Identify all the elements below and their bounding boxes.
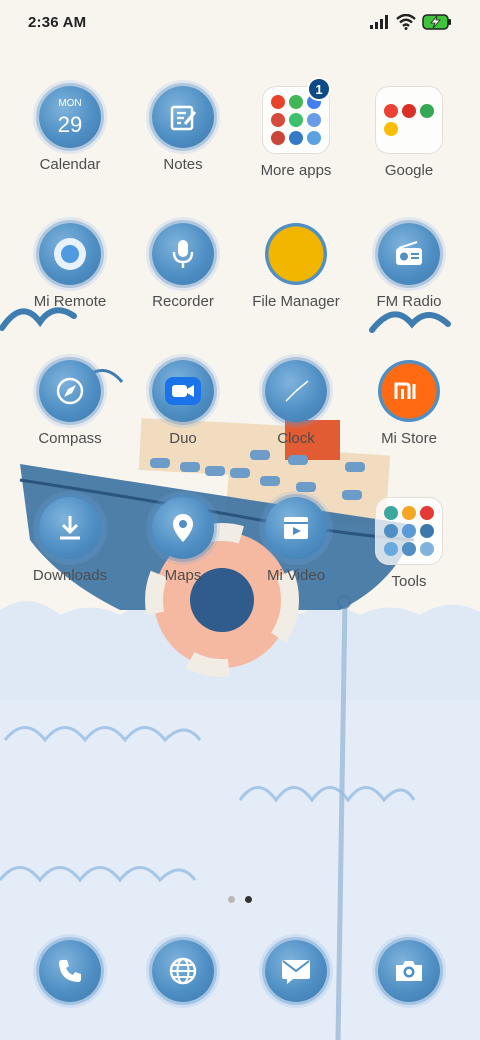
video-icon — [265, 497, 327, 559]
mini-app-icon — [402, 542, 416, 556]
dock-camera[interactable] — [353, 940, 465, 1010]
app-label: Compass — [38, 430, 102, 447]
mini-app-icon — [402, 524, 416, 538]
mini-app-icon — [420, 506, 434, 520]
mini-app-icon — [384, 524, 398, 538]
more-apps-folder-icon: 1 — [262, 77, 331, 154]
calendar-weekday: MON — [58, 98, 82, 109]
notes-icon — [152, 86, 214, 148]
mini-app-icon — [402, 506, 416, 520]
app-label: Mi Remote — [33, 293, 107, 310]
mini-app-icon — [271, 95, 285, 109]
mini-app-icon — [402, 104, 416, 118]
mini-app-icon — [289, 95, 303, 109]
app-fm-radio[interactable]: FM Radio — [353, 223, 465, 333]
mini-app-icon — [271, 131, 285, 145]
mini-app-icon — [271, 113, 285, 127]
battery-charging-icon — [422, 14, 451, 30]
app-mi-video[interactable]: Mi Video — [240, 497, 352, 607]
status-bar: 2:36 AM — [0, 0, 480, 44]
mini-app-icon — [384, 104, 398, 118]
app-label: Calendar — [39, 156, 101, 173]
mini-app-icon — [384, 506, 398, 520]
google-folder-icon — [375, 86, 443, 154]
mini-app-icon — [289, 131, 303, 145]
phone-icon — [39, 940, 101, 1002]
tools-folder-icon — [375, 497, 443, 565]
page-dot-current[interactable] — [245, 896, 252, 903]
file-manager-icon — [265, 223, 327, 285]
app-label: Clock — [277, 430, 315, 447]
app-compass[interactable]: Compass — [14, 360, 126, 470]
page-indicator — [0, 896, 480, 903]
notification-badge: 1 — [307, 77, 331, 101]
compass-icon — [39, 360, 101, 422]
video-call-icon — [152, 360, 214, 422]
app-label: File Manager — [252, 293, 340, 310]
clock-icon — [265, 360, 327, 422]
dock-phone[interactable] — [14, 940, 126, 1010]
mini-app-icon — [307, 113, 321, 127]
app-label: Google — [384, 162, 434, 179]
status-time: 2:36 AM — [28, 13, 87, 31]
mini-app-icon — [384, 122, 398, 136]
download-icon — [39, 497, 101, 559]
radio-icon — [378, 223, 440, 285]
app-calendar[interactable]: MON 29 Calendar — [14, 86, 126, 196]
camera-icon — [378, 940, 440, 1002]
app-label: Recorder — [152, 293, 214, 310]
app-mi-store[interactable]: Mi Store — [353, 360, 465, 470]
app-label: More apps — [260, 162, 332, 179]
mini-app-icon — [420, 542, 434, 556]
app-maps[interactable]: Maps — [127, 497, 239, 607]
app-notes[interactable]: Notes — [127, 86, 239, 196]
app-label: Notes — [163, 156, 203, 173]
app-label: Mi Video — [266, 567, 326, 584]
status-icons — [370, 14, 452, 30]
calendar-day: 29 — [57, 112, 83, 137]
app-duo[interactable]: Duo — [127, 360, 239, 470]
dock — [0, 940, 480, 1010]
mini-app-icon — [307, 131, 321, 145]
app-label: Downloads — [32, 567, 108, 584]
dock-messages[interactable] — [240, 940, 352, 1010]
app-label: Duo — [169, 430, 197, 447]
mini-app-icon — [384, 542, 398, 556]
signal-icon — [370, 15, 388, 29]
mini-app-icon — [420, 524, 434, 538]
app-folder-tools[interactable]: Tools — [353, 497, 465, 607]
app-label: FM Radio — [376, 293, 442, 310]
app-label: Mi Store — [381, 430, 437, 447]
dock-browser[interactable] — [127, 940, 239, 1010]
mini-app-icon — [289, 113, 303, 127]
app-folder-google[interactable]: Google — [353, 86, 465, 196]
microphone-icon — [152, 223, 214, 285]
app-recorder[interactable]: Recorder — [127, 223, 239, 333]
calendar-icon: MON 29 — [39, 86, 101, 148]
browser-icon — [152, 940, 214, 1002]
app-clock[interactable]: Clock — [240, 360, 352, 470]
app-downloads[interactable]: Downloads — [14, 497, 126, 607]
mini-app-icon — [420, 104, 434, 118]
app-folder-more-apps[interactable]: 1 More apps — [240, 77, 352, 196]
page-dot[interactable] — [228, 896, 235, 903]
app-file-manager[interactable]: File Manager — [240, 223, 352, 333]
remote-icon — [39, 223, 101, 285]
app-label: Tools — [391, 573, 427, 590]
app-mi-remote[interactable]: Mi Remote — [14, 223, 126, 333]
wifi-icon — [396, 14, 416, 30]
mi-store-icon — [378, 360, 440, 422]
map-pin-icon — [152, 497, 214, 559]
messages-icon — [265, 940, 327, 1002]
app-label: Maps — [164, 567, 202, 584]
